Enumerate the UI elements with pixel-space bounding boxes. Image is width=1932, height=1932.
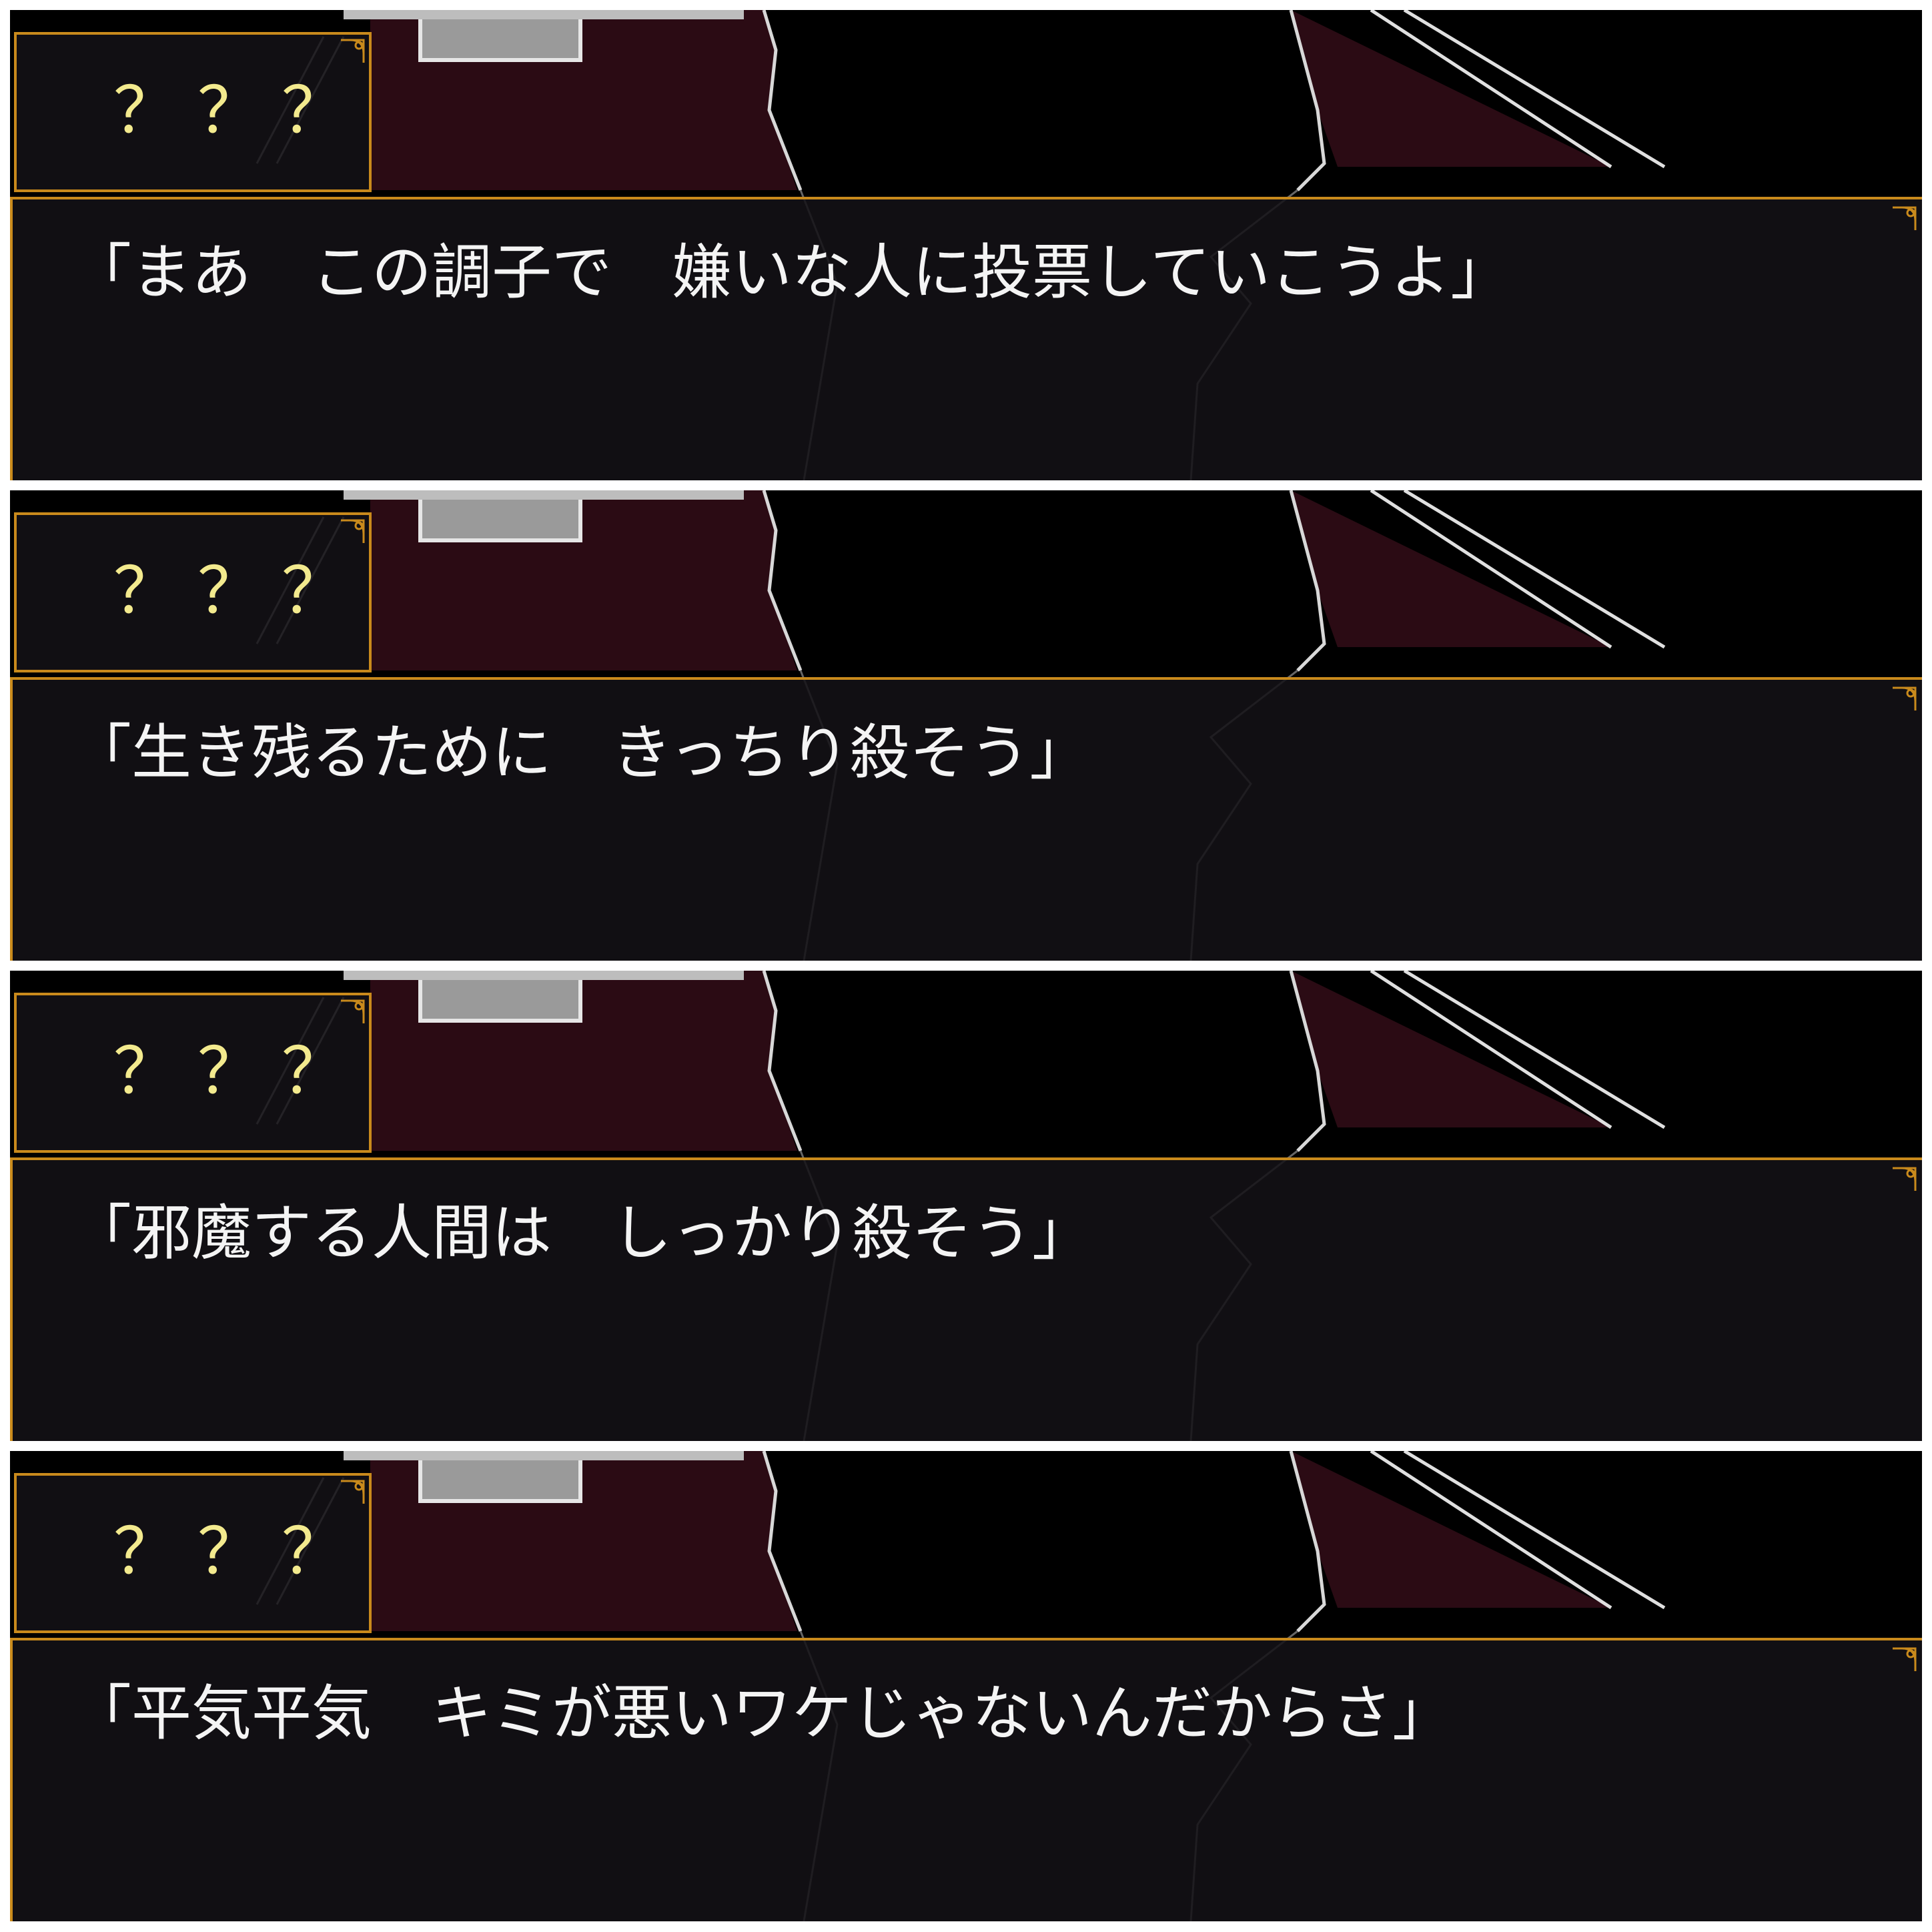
ornament-corner-icon: [341, 39, 365, 63]
ornament-corner-icon: [1893, 1647, 1917, 1671]
dialogue-panel-1: ？？？ 「まあ この調子で 嫌いな人に投票していこうよ」: [10, 10, 1922, 480]
speaker-name-box: ？？？: [14, 32, 372, 192]
ornament-corner-icon: [341, 1480, 365, 1504]
message-box[interactable]: 「邪魔する人間は しっかり殺そう」: [10, 1157, 1922, 1441]
ornament-corner-icon: [1893, 1167, 1917, 1191]
dialogue-text: 「邪魔する人間は しっかり殺そう」: [71, 1198, 1092, 1268]
dialogue-text: 「平気平気 キミが悪いワケじゃないんだからさ」: [71, 1678, 1452, 1749]
ornament-corner-icon: [1893, 686, 1917, 710]
message-box[interactable]: 「平気平気 キミが悪いワケじゃないんだからさ」: [10, 1638, 1922, 1921]
speaker-name: ？？？: [113, 1034, 366, 1109]
message-box[interactable]: 「生き残るために きっちり殺そう」: [10, 677, 1922, 961]
speaker-name-box: ？？？: [14, 512, 372, 672]
speaker-name-box: ？？？: [14, 993, 372, 1153]
ornament-corner-icon: [341, 519, 365, 543]
dialogue-panel-3: ？？？ 「邪魔する人間は しっかり殺そう」: [10, 971, 1922, 1441]
dialogue-panel-2: ？？？ 「生き残るために きっちり殺そう」: [10, 490, 1922, 961]
speaker-name: ？？？: [113, 73, 366, 148]
dialogue-text: 「生き残るために きっちり殺そう」: [71, 718, 1090, 788]
dialogue-text: 「まあ この調子で 嫌いな人に投票していこうよ」: [71, 237, 1511, 308]
speaker-name-box: ？？？: [14, 1473, 372, 1633]
speaker-name: ？？？: [113, 554, 366, 628]
ornament-corner-icon: [341, 999, 365, 1023]
dialogue-panel-4: ？？？ 「平気平気 キミが悪いワケじゃないんだからさ」: [10, 1451, 1922, 1921]
speaker-name: ？？？: [113, 1514, 366, 1589]
ornament-corner-icon: [1893, 206, 1917, 230]
message-box[interactable]: 「まあ この調子で 嫌いな人に投票していこうよ」: [10, 197, 1922, 480]
